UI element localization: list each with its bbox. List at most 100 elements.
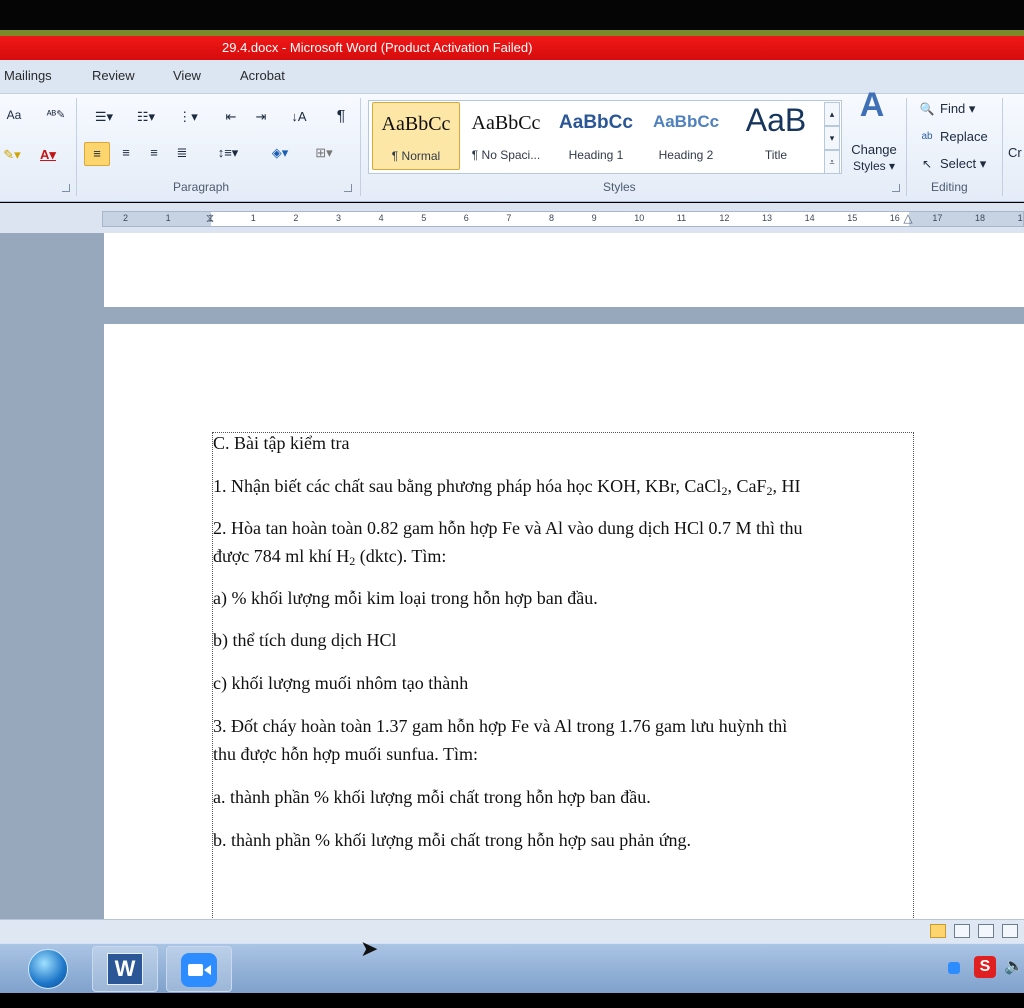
style-heading-1[interactable]: AaBbCc Heading 1 (552, 102, 640, 170)
taskbar-zoom-button[interactable] (166, 946, 232, 992)
question-3-line-2: thu được hỗn hợp muối sunfua. Tìm: (213, 744, 478, 764)
question-2c: c) khối lượng muối nhôm tạo thành (213, 673, 469, 693)
style-name: ¶ Normal (391, 149, 441, 163)
clear-formatting-icon[interactable]: ᴬᴮ✎ (44, 104, 68, 126)
volume-icon[interactable]: 🔈 (1004, 956, 1024, 976)
style-sample: AaBbCc (559, 112, 633, 133)
question-2-line-2: được 784 ml khí H2 (dktc). Tìm: (213, 543, 446, 569)
ruler-margin-left (103, 212, 211, 226)
tab-review[interactable]: Review (92, 68, 135, 83)
style-normal[interactable]: AaBbCc ¶ Normal (372, 102, 460, 170)
tray-s-icon[interactable]: S (974, 956, 996, 978)
change-styles-icon[interactable]: A (852, 88, 892, 122)
style-sample: AaBbCc (471, 112, 541, 134)
ruler-number: 7 (506, 213, 512, 223)
ruler-number: 1 (165, 213, 171, 223)
print-layout-view-icon[interactable] (930, 924, 946, 938)
align-center-icon[interactable]: ≡ (114, 142, 138, 164)
ruler-number: 8 (549, 213, 555, 223)
group-separator (360, 98, 361, 196)
question-3-line-1: 3. Đốt cháy hoàn toàn 1.37 gam hỗn hợp F… (213, 716, 788, 736)
right-indent-marker-icon[interactable]: △ (900, 207, 916, 229)
screen-bottom-border (0, 993, 1024, 1008)
styles-scroll-down-icon[interactable]: ▾ (824, 126, 840, 150)
mouse-cursor-icon: ➤ (360, 936, 379, 961)
ruler-number: 19 (1017, 213, 1023, 223)
style-name: Heading 2 (658, 148, 714, 162)
tray-zoom-icon[interactable] (948, 962, 960, 974)
styles-more-icon[interactable]: ⩡ (824, 150, 840, 174)
tab-view[interactable]: View (173, 68, 201, 83)
select-button[interactable]: Select ▾ (940, 153, 986, 175)
find-button[interactable]: Find ▾ (940, 98, 975, 120)
ruler-number: 17 (932, 213, 943, 223)
editing-group-label: Editing (931, 180, 968, 194)
start-button-icon[interactable] (28, 949, 68, 989)
font-dialog-launcher[interactable] (62, 184, 70, 192)
change-case-button[interactable]: Aa (0, 104, 28, 126)
replace-icon[interactable]: ab (918, 126, 936, 148)
sort-icon[interactable]: ↓A (284, 106, 314, 128)
status-bar (0, 919, 1024, 943)
show-formatting-icon[interactable]: ¶ (326, 106, 356, 128)
find-icon[interactable]: 🔍 (918, 98, 936, 120)
cut-off-group-label: Cr (1008, 145, 1022, 160)
decrease-indent-icon[interactable]: ⇤ (216, 106, 246, 128)
ruler-number: 6 (463, 213, 469, 223)
style-sample: AaBbCc (381, 113, 451, 135)
horizontal-ruler[interactable]: 21112345678910111213141516171819 ⧖ △ (0, 203, 1024, 233)
taskbar-word-button[interactable]: W (92, 946, 158, 992)
title-bar[interactable]: 29.4.docx - Microsoft Word (Product Acti… (0, 36, 1024, 60)
tab-acrobat[interactable]: Acrobat (240, 68, 285, 83)
numbering-icon[interactable]: ☷▾ (126, 106, 166, 128)
style-title[interactable]: AaB Title (732, 102, 820, 170)
font-color-icon[interactable]: A▾ (30, 144, 66, 166)
text-box[interactable]: C. Bài tập kiểm tra 1. Nhận biết các chấ… (212, 432, 914, 919)
question-1: 1. Nhận biết các chất sau bằng phương ph… (213, 473, 800, 499)
ruler-number: 2 (123, 213, 129, 223)
style-name: Heading 1 (568, 148, 624, 162)
ruler-number: 10 (634, 213, 645, 223)
paragraph-dialog-launcher[interactable] (344, 184, 352, 192)
ruler-number: 12 (719, 213, 730, 223)
replace-button[interactable]: Replace (940, 126, 988, 148)
full-screen-reading-view-icon[interactable] (954, 924, 970, 938)
shading-icon[interactable]: ◈▾ (262, 142, 298, 164)
change-styles-line-2[interactable]: Styles ▾ (844, 158, 904, 174)
styles-dialog-launcher[interactable] (892, 184, 900, 192)
bullets-icon[interactable]: ☰▾ (84, 106, 124, 128)
change-styles-line-1[interactable]: Change (844, 142, 904, 158)
multilevel-list-icon[interactable]: ⋮▾ (168, 106, 208, 128)
highlight-color-icon[interactable]: ✎▾ (0, 144, 24, 166)
align-right-icon[interactable]: ≡ (142, 142, 166, 164)
tab-mailings[interactable]: Mailings (4, 68, 52, 83)
style-heading-2[interactable]: AaBbCc Heading 2 (642, 102, 730, 170)
q2-post: (dktc). Tìm: (355, 546, 447, 566)
document-workspace: C. Bài tập kiểm tra 1. Nhận biết các chấ… (0, 233, 1024, 919)
indent-marker-icon[interactable]: ⧖ (202, 207, 218, 229)
ruler-number: 16 (889, 213, 900, 223)
group-separator (1002, 98, 1003, 196)
ruler-number: 2 (293, 213, 299, 223)
borders-icon[interactable]: ⊞▾ (306, 142, 342, 164)
styles-group-label: Styles (603, 180, 636, 194)
ruler-number: 3 (336, 213, 342, 223)
increase-indent-icon[interactable]: ⇥ (246, 106, 276, 128)
question-3b: b. thành phần % khối lượng mỗi chất tron… (213, 830, 691, 850)
group-separator (906, 98, 907, 196)
select-cursor-icon[interactable]: ↖ (918, 153, 936, 175)
ruler-bar: 21112345678910111213141516171819 (102, 211, 1024, 227)
style-no-spacing[interactable]: AaBbCc ¶ No Spaci... (462, 102, 550, 170)
q1-mid: , CaF (727, 476, 767, 496)
screen-top-border (0, 0, 1024, 30)
document-page[interactable]: C. Bài tập kiểm tra 1. Nhận biết các chấ… (104, 324, 1024, 919)
align-left-icon[interactable]: ≡ (84, 142, 110, 166)
styles-scroll-up-icon[interactable]: ▴ (824, 102, 840, 126)
q1-text: 1. Nhận biết các chất sau bằng phương ph… (213, 476, 722, 496)
web-layout-view-icon[interactable] (978, 924, 994, 938)
line-spacing-icon[interactable]: ↕≡▾ (210, 142, 246, 164)
outline-view-icon[interactable] (1002, 924, 1018, 938)
ruler-margin-right (909, 212, 1023, 226)
justify-icon[interactable]: ≣ (170, 142, 194, 164)
ruler-number: 13 (762, 213, 773, 223)
